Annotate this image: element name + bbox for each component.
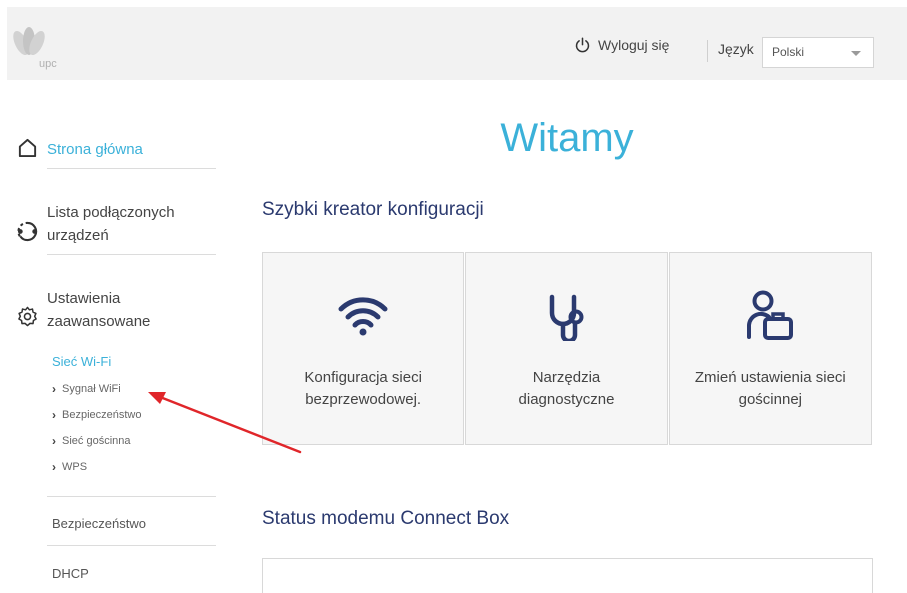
sidebar-subitem-label: WPS [62,461,88,473]
sidebar-divider [47,168,216,169]
stethoscope-icon [550,294,584,341]
card-label-line: diagnostyczne [518,391,615,408]
sidebar-item-advanced[interactable] [17,306,38,327]
power-icon [575,37,590,52]
logout-label: Wyloguj się [598,37,670,53]
language-select[interactable]: Polski [762,37,874,68]
chevron-down-icon [851,51,861,56]
sidebar-item-advanced-label-1[interactable]: Ustawienia [47,287,120,311]
card-label-line: bezprzewodowej. [305,391,422,408]
page-title: Witamy [500,116,634,160]
sidebar-subitem-wps[interactable]: › WPS [52,460,87,474]
sidebar-item-advanced-label-2[interactable]: zaawansowane [47,310,150,334]
card-label-line: Narzędzia [532,369,601,386]
logo-text: upc [39,58,57,70]
language-selected-value: Polski [772,45,805,59]
sidebar-subitem-wifi-security[interactable]: › Bezpieczeństwo [52,408,142,422]
sidebar-subitem-label: Sygnał WiFi [62,383,121,395]
sidebar-subitem-label: Sieć gościnna [62,435,131,447]
card-diagnostic-tools[interactable]: Narzędzia diagnostyczne [465,252,668,445]
card-label-line: Zmień ustawienia sieci [694,369,846,386]
sidebar-item-home[interactable] [17,137,38,158]
gear-icon [18,306,37,327]
card-label: Konfiguracja sieci bezprzewodowej. [263,367,463,411]
status-panel [262,558,873,593]
sidebar-divider [47,254,216,255]
sidebar-item-wifi[interactable]: Sieć Wi-Fi [52,354,111,369]
sidebar-divider [47,496,216,497]
sidebar-divider [47,545,216,546]
chevron-right-icon: › [52,408,56,422]
status-section-title: Status modemu Connect Box [262,508,510,529]
home-icon [18,138,37,158]
language-label: Język [718,41,754,57]
card-guest-network-settings[interactable]: Zmień ustawienia sieci gościnnej [668,252,872,445]
chevron-right-icon: › [52,382,56,396]
guest-luggage-icon [747,290,794,340]
card-label: Narzędzia diagnostyczne [466,367,666,411]
top-header: upc Wyloguj się Język Polski [7,7,907,80]
chevron-right-icon: › [52,460,56,474]
sidebar-item-devices-label-2[interactable]: urządzeń [47,224,109,248]
card-label-line: Konfiguracja sieci [304,369,422,386]
sidebar-subitem-wifi-signal[interactable]: › Sygnał WiFi [52,382,121,396]
upc-logo-icon [13,27,45,56]
devices-icon [17,221,38,242]
sidebar-item-security[interactable]: Bezpieczeństwo [52,516,146,531]
card-wireless-config[interactable]: Konfiguracja sieci bezprzewodowej. [262,252,465,445]
wifi-icon [338,297,388,336]
sidebar-subitem-guest-network[interactable]: › Sieć gościnna [52,434,131,448]
sidebar-item-devices-label-1[interactable]: Lista podłączonych [47,201,175,225]
card-label: Zmień ustawienia sieci gościnnej [670,367,871,411]
sidebar-item-devices[interactable] [17,221,38,242]
chevron-right-icon: › [52,434,56,448]
wizard-section-title: Szybki kreator konfiguracji [262,199,484,220]
upc-logo[interactable]: upc [11,27,57,75]
quick-wizard-cards: Konfiguracja sieci bezprzewodowej. Narzę… [262,252,872,445]
sidebar-item-dhcp[interactable]: DHCP [52,566,89,581]
sidebar-subitem-label: Bezpieczeństwo [62,409,142,421]
sidebar-item-home-label[interactable]: Strona główna [47,138,143,162]
sidebar: Strona główna Lista podłączonych urządze… [0,80,230,593]
card-label-line: gościnnej [738,391,803,408]
header-divider [707,40,708,62]
logout-button[interactable]: Wyloguj się [574,34,669,56]
